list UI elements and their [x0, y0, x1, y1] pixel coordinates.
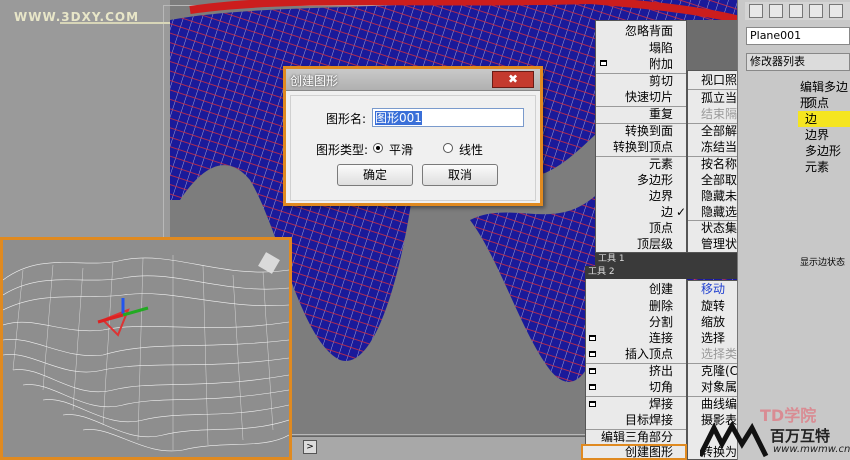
- menu-item-convert-to-vertex[interactable]: 转换到顶点: [596, 139, 673, 155]
- menu-item-repeat[interactable]: 重复: [596, 106, 673, 122]
- stack-item-polygon[interactable]: 多边形: [805, 143, 841, 159]
- menu-item-polygon[interactable]: 多边形: [596, 172, 673, 188]
- shape-name-label: 图形名:: [326, 112, 367, 126]
- smooth-radio[interactable]: [373, 143, 383, 153]
- menu-item-delete[interactable]: 删除: [586, 298, 673, 314]
- menu-item-border[interactable]: 边界: [596, 188, 673, 204]
- shape-name-value: 图形001: [375, 111, 422, 125]
- menu-item-attach[interactable]: 附加: [596, 56, 673, 72]
- hierarchy-tab-icon[interactable]: [789, 4, 803, 18]
- timeline-arrow-icon[interactable]: >: [303, 440, 317, 454]
- quad-menu-gap: [687, 20, 738, 70]
- menu-item-ignore-backface[interactable]: 忽略背面: [596, 23, 673, 39]
- wireframe-preview: [3, 252, 289, 452]
- menu-item-edge[interactable]: 边: [596, 204, 673, 220]
- motion-tab-icon[interactable]: [809, 4, 823, 18]
- stack-item-edit-poly[interactable]: 编辑多边形: [800, 79, 850, 110]
- stack-item-element[interactable]: 元素: [805, 159, 829, 175]
- command-panel-tabs: [745, 2, 850, 20]
- modify-tab-icon[interactable]: [769, 4, 783, 18]
- quad-header-tools1: 工具 1: [595, 253, 687, 266]
- create-shape-dialog: 创建图形 ✖ 图形名: 图形001 图形类型: 平滑 线性 确定 取消: [283, 66, 543, 206]
- watermark-url: www.mwmw.cn: [773, 444, 850, 455]
- checkmark-icon: ✓: [676, 205, 687, 219]
- menu-item-create-shape[interactable]: 创建图形: [586, 444, 673, 460]
- menu-item-vertex[interactable]: 顶点: [596, 220, 673, 236]
- menu-item-target-weld[interactable]: 目标焊接: [586, 412, 673, 428]
- close-button[interactable]: ✖: [492, 71, 534, 88]
- viewport-left-strip: [0, 0, 170, 240]
- menu-item-quickslice[interactable]: 快速切片: [596, 89, 673, 105]
- brand-logo-icon: [700, 422, 769, 458]
- shape-name-input[interactable]: 图形001: [372, 108, 524, 127]
- menu-item-split[interactable]: 分割: [586, 314, 673, 330]
- modifier-list-dropdown[interactable]: 修改器列表: [746, 53, 850, 71]
- linear-radio[interactable]: [443, 143, 453, 153]
- stack-item-edge[interactable]: 边: [805, 111, 817, 127]
- quad-header-tools2: 工具 2: [585, 266, 687, 279]
- preview-viewport[interactable]: [0, 237, 292, 460]
- shape-type-label: 图形类型:: [316, 143, 369, 157]
- menu-item-connect[interactable]: 连接: [586, 330, 673, 346]
- dialog-title: 创建图形: [290, 74, 339, 88]
- menu-item-chamfer[interactable]: 切角: [586, 379, 673, 395]
- menu-item-convert-to-face[interactable]: 转换到面: [596, 123, 673, 139]
- menu-item-element[interactable]: 元素: [596, 156, 673, 172]
- display-tab-icon[interactable]: [829, 4, 843, 18]
- smooth-radio-label[interactable]: 平滑: [389, 141, 413, 158]
- menu-item-edit-triangulation[interactable]: 编辑三角部分: [586, 429, 673, 445]
- create-tab-icon[interactable]: [749, 4, 763, 18]
- ok-button[interactable]: 确定: [337, 164, 413, 186]
- watermark-brand: 百万互特: [770, 427, 831, 445]
- menu-item-collapse[interactable]: 塌陷: [596, 40, 673, 56]
- menu-item-weld[interactable]: 焊接: [586, 396, 673, 412]
- menu-item-create[interactable]: 创建: [586, 281, 673, 297]
- menu-item-cut[interactable]: 剪切: [596, 73, 673, 89]
- menu-item-insert-vertex[interactable]: 插入顶点: [586, 346, 673, 362]
- object-name-field[interactable]: Plane001: [746, 27, 850, 45]
- stack-item-vertex[interactable]: 顶点: [805, 95, 829, 111]
- menu-item-extrude[interactable]: 挤出: [586, 363, 673, 379]
- cancel-button[interactable]: 取消: [422, 164, 498, 186]
- linear-radio-label[interactable]: 线性: [459, 141, 483, 158]
- timeline-bar[interactable]: [292, 436, 592, 460]
- menu-item-top-level[interactable]: 顶层级: [596, 236, 673, 252]
- edge-status-text: 显示边状态: [800, 258, 846, 268]
- watermark-logo: [60, 22, 170, 36]
- stack-item-border[interactable]: 边界: [805, 127, 829, 143]
